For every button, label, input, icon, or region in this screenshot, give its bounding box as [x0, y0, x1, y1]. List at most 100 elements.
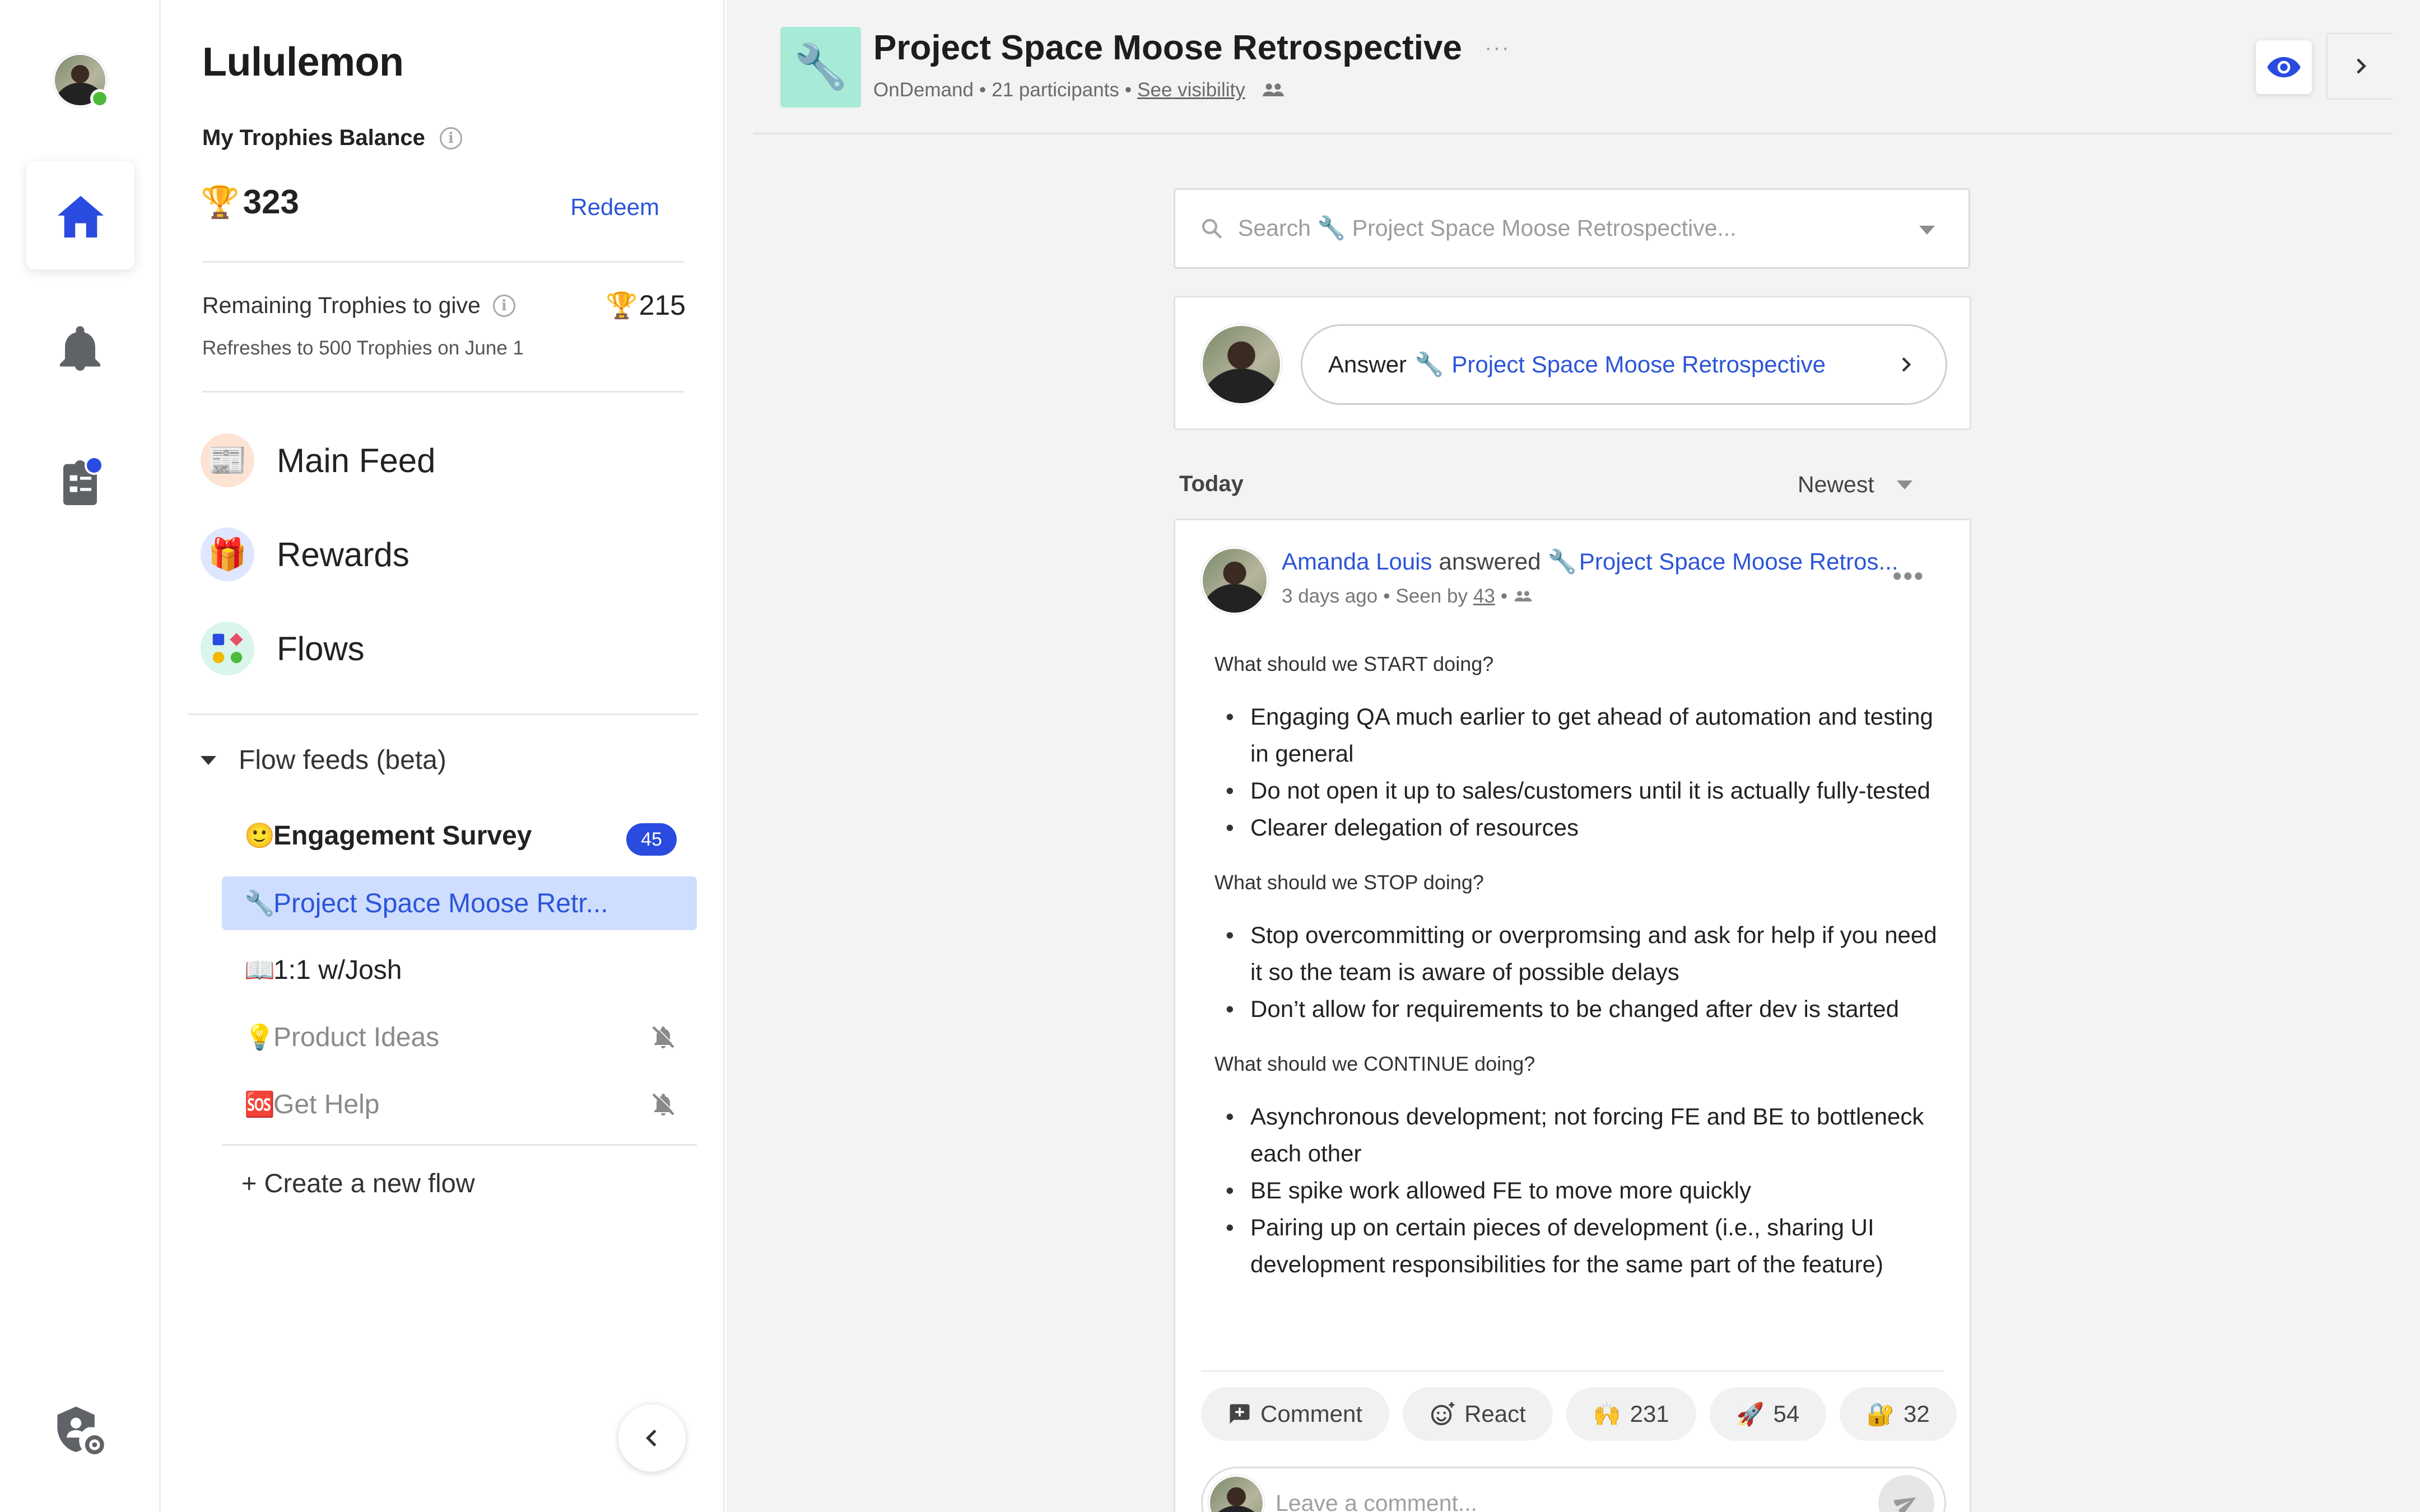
nav-rewards[interactable]: 🎁 Rewards: [201, 528, 409, 581]
date-section-label: Today: [1179, 472, 1244, 496]
reaction-bar: Comment React 🙌 231 🚀 54 🔐 32: [1201, 1387, 1957, 1441]
tasks-button[interactable]: [53, 456, 107, 510]
seen-count-link[interactable]: 43: [1473, 585, 1495, 608]
collapse-sidebar-button[interactable]: [618, 1404, 686, 1472]
react-button[interactable]: React: [1403, 1387, 1553, 1441]
divider: [188, 713, 698, 715]
divider: [1201, 1370, 1944, 1372]
answer-item: Don’t allow for requirements to be chang…: [1226, 991, 1943, 1028]
search-placeholder: Search 🔧 Project Space Moose Retrospecti…: [1238, 215, 1737, 241]
chevron-right-icon: [1902, 357, 1911, 372]
answer-item: Stop overcommitting or overpromsing and …: [1226, 917, 1943, 991]
main-content: 🔧 Project Space Moose Retrospective ··· …: [727, 0, 2420, 1512]
sidebar: Lululemon My Trophies Balance i 🏆 323 Re…: [161, 0, 725, 1512]
flow-item-one-on-one-josh[interactable]: 📖 1:1 w/Josh: [222, 943, 697, 997]
flow-header: 🔧 Project Space Moose Retrospective ··· …: [753, 0, 2393, 134]
left-rail: [0, 0, 161, 1512]
sos-emoji-icon: 🆘: [244, 1091, 275, 1118]
comment-input[interactable]: Leave a comment...: [1201, 1467, 1946, 1512]
sort-dropdown[interactable]: Newest: [1798, 472, 1912, 498]
caret-down-icon: [201, 755, 216, 765]
newspaper-icon: 📰: [201, 433, 254, 487]
answer-list: Engaging QA much earlier to get ahead of…: [1214, 698, 1943, 846]
send-icon: [1894, 1497, 1916, 1512]
remaining-trophies-value: 215: [639, 290, 686, 321]
divider: [222, 1144, 697, 1146]
answer-item: Engaging QA much earlier to get ahead of…: [1226, 698, 1943, 772]
book-emoji-icon: 📖: [244, 956, 275, 984]
flow-feeds-toggle[interactable]: Flow feeds (beta): [201, 745, 446, 776]
flow-item-get-help[interactable]: 🆘 Get Help: [222, 1077, 697, 1131]
bell-icon: [60, 326, 100, 371]
lightbulb-emoji-icon: 💡: [244, 1024, 275, 1051]
create-new-flow-link[interactable]: + Create a new flow: [241, 1168, 475, 1198]
post-header: Amanda Louis answered 🔧 Project Space Mo…: [1282, 548, 1898, 576]
send-comment-button[interactable]: [1878, 1475, 1934, 1512]
answer-item: BE spike work allowed FE to move more qu…: [1226, 1172, 1943, 1209]
redeem-link[interactable]: Redeem: [570, 194, 659, 221]
eye-icon: [2267, 57, 2301, 78]
answer-flow-button[interactable]: Answer 🔧 Project Space Moose Retrospecti…: [1301, 324, 1947, 405]
post-more-options-icon[interactable]: •••: [1893, 561, 1925, 591]
post-meta: 3 days ago • Seen by 43 •: [1282, 585, 1533, 608]
info-icon[interactable]: i: [439, 127, 462, 150]
open-details-panel-button[interactable]: [2326, 32, 2393, 100]
avatar: [1201, 324, 1282, 405]
organization-name: Lululemon: [202, 40, 404, 85]
answer-list: Stop overcommitting or overpromsing and …: [1214, 917, 1943, 1028]
trophy-icon: 🏆: [201, 184, 240, 220]
home-button[interactable]: [26, 161, 134, 269]
answer-item: Do not open it up to sales/customers unt…: [1226, 772, 1943, 809]
see-visibility-link[interactable]: See visibility: [1137, 79, 1245, 101]
flow-search-input[interactable]: Search 🔧 Project Space Moose Retrospecti…: [1174, 188, 1970, 269]
remaining-trophies-label: Remaining Trophies to give i: [202, 292, 515, 319]
divider: [202, 261, 684, 263]
flow-item-project-space-moose[interactable]: 🔧 Project Space Moose Retr...: [222, 876, 697, 930]
lock-with-key-emoji-icon: 🔐: [1867, 1402, 1895, 1427]
flow-name-link[interactable]: Project Space Moose Retros...: [1579, 548, 1898, 576]
admin-settings-button[interactable]: [53, 1404, 107, 1458]
comment-button[interactable]: Comment: [1201, 1387, 1390, 1441]
people-icon: [1262, 83, 1284, 96]
post-timestamp: 3 days ago: [1282, 585, 1378, 607]
reaction-rocket[interactable]: 🚀 54: [1709, 1387, 1827, 1441]
wrench-emoji-icon: 🔧: [244, 890, 275, 917]
flow-item-product-ideas[interactable]: 💡 Product Ideas: [222, 1010, 697, 1064]
wrench-emoji-icon: 🔧: [1414, 351, 1444, 377]
avatar: [1208, 1475, 1264, 1512]
author-name-link[interactable]: Amanda Louis: [1282, 548, 1432, 576]
more-options-icon[interactable]: ···: [1484, 35, 1510, 60]
nav-flows[interactable]: Flows: [201, 622, 365, 675]
nav-main-feed[interactable]: 📰 Main Feed: [201, 433, 435, 487]
chevron-right-icon: [2356, 58, 2366, 74]
question-label: What should we CONTINUE doing?: [1214, 1052, 1535, 1075]
reaction-raised-hands[interactable]: 🙌 231: [1566, 1387, 1696, 1441]
flow-item-engagement-survey[interactable]: 🙂 Engagement Survey 45: [222, 809, 697, 862]
answer-list: Asynchronous development; not forcing FE…: [1214, 1098, 1943, 1283]
flows-icon: [201, 622, 254, 675]
muted-bell-icon: [652, 1092, 676, 1116]
rocket-emoji-icon: 🚀: [1736, 1402, 1765, 1427]
trophy-icon: 🏆: [606, 290, 638, 320]
admin-settings-icon: [57, 1406, 104, 1454]
divider: [202, 391, 684, 393]
reaction-lock[interactable]: 🔐 32: [1840, 1387, 1957, 1441]
dropdown-caret-icon[interactable]: [1919, 226, 1935, 235]
trophies-balance-label: My Trophies Balance i: [202, 125, 462, 151]
chevron-left-icon: [645, 1429, 657, 1447]
flow-thumbnail: 🔧: [780, 27, 861, 108]
add-comment-icon: [1230, 1404, 1250, 1424]
people-icon: [1514, 591, 1532, 601]
trophies-balance-value: 323: [243, 183, 299, 221]
remaining-trophies: 🏆 215: [606, 289, 686, 321]
info-icon[interactable]: i: [492, 294, 515, 317]
flow-subtitle: OnDemand • 21 participants • See visibil…: [873, 79, 1286, 101]
answer-item: Pairing up on certain pieces of developm…: [1226, 1209, 1943, 1283]
author-avatar[interactable]: [1201, 547, 1268, 614]
gift-icon: 🎁: [201, 528, 254, 581]
notification-dot: [85, 456, 104, 475]
user-avatar[interactable]: [53, 53, 109, 108]
watch-button[interactable]: [2256, 40, 2312, 94]
unread-count-badge: 45: [626, 823, 677, 856]
notifications-button[interactable]: [53, 322, 107, 376]
